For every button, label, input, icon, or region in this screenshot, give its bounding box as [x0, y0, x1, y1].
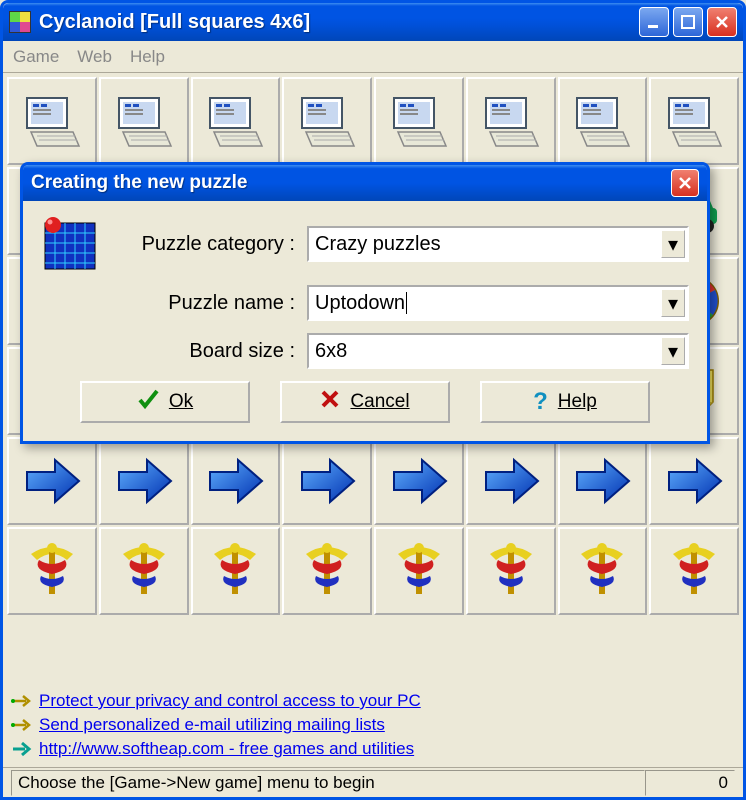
category-value: Crazy puzzles — [315, 233, 441, 256]
game-tile[interactable] — [7, 437, 97, 525]
window-buttons — [639, 7, 737, 37]
game-tile[interactable] — [649, 437, 739, 525]
statusbar: Choose the [Game->New game] menu to begi… — [3, 767, 743, 797]
link-mailing[interactable]: Send personalized e-mail utilizing maili… — [39, 715, 385, 735]
game-tile[interactable] — [191, 527, 281, 615]
game-tile[interactable] — [99, 77, 189, 165]
menu-game[interactable]: Game — [13, 47, 59, 67]
dialog-titlebar: Creating the new puzzle — [23, 165, 707, 201]
game-tile[interactable] — [374, 77, 464, 165]
game-tile[interactable] — [466, 527, 556, 615]
dropdown-arrow-icon[interactable]: ▾ — [661, 337, 685, 365]
link-homepage[interactable]: http://www.softheap.com - free games and… — [39, 739, 414, 759]
game-tile[interactable] — [99, 527, 189, 615]
close-button[interactable] — [707, 7, 737, 37]
promo-links: Protect your privacy and control access … — [3, 685, 743, 767]
dialog-close-button[interactable] — [671, 169, 699, 197]
new-puzzle-dialog: Creating the new puzzle Puzzle category … — [20, 162, 710, 444]
game-tile[interactable] — [7, 77, 97, 165]
game-tile[interactable] — [649, 77, 739, 165]
help-button[interactable]: ? Help — [480, 381, 650, 423]
app-icon — [9, 11, 31, 33]
window-title: Cyclanoid [Full squares 4x6] — [39, 11, 639, 34]
game-tile[interactable] — [466, 437, 556, 525]
status-count: 0 — [645, 770, 735, 796]
link-privacy[interactable]: Protect your privacy and control access … — [39, 691, 421, 711]
cancel-button[interactable]: Cancel — [280, 381, 450, 423]
category-label: Puzzle category : — [107, 233, 307, 256]
game-tile[interactable] — [374, 527, 464, 615]
arrow-icon — [11, 741, 33, 757]
game-tile[interactable] — [282, 437, 372, 525]
game-tile[interactable] — [558, 527, 648, 615]
pointer-icon — [11, 717, 33, 733]
name-combo[interactable]: Uptodown ▾ — [307, 285, 689, 321]
question-icon: ? — [533, 388, 548, 416]
size-combo[interactable]: 6x8 ▾ — [307, 333, 689, 369]
size-label: Board size : — [107, 340, 307, 363]
category-combo[interactable]: Crazy puzzles ▾ — [307, 226, 689, 262]
check-icon — [137, 388, 159, 416]
game-tile[interactable] — [558, 77, 648, 165]
menubar: Game Web Help — [3, 41, 743, 73]
maximize-button[interactable] — [673, 7, 703, 37]
puzzle-grid-icon — [41, 215, 99, 273]
game-tile[interactable] — [7, 527, 97, 615]
dropdown-arrow-icon[interactable]: ▾ — [661, 230, 685, 258]
dialog-title: Creating the new puzzle — [31, 172, 671, 194]
game-tile[interactable] — [558, 437, 648, 525]
game-tile[interactable] — [191, 437, 281, 525]
ok-button[interactable]: Ok — [80, 381, 250, 423]
menu-help[interactable]: Help — [130, 47, 165, 67]
menu-web[interactable]: Web — [77, 47, 112, 67]
game-tile[interactable] — [282, 77, 372, 165]
name-label: Puzzle name : — [107, 292, 307, 315]
game-tile[interactable] — [466, 77, 556, 165]
game-tile[interactable] — [374, 437, 464, 525]
titlebar: Cyclanoid [Full squares 4x6] — [3, 3, 743, 41]
size-value: 6x8 — [315, 340, 347, 363]
x-icon — [320, 389, 340, 415]
dropdown-arrow-icon[interactable]: ▾ — [661, 289, 685, 317]
game-tile[interactable] — [649, 527, 739, 615]
game-tile[interactable] — [99, 437, 189, 525]
minimize-button[interactable] — [639, 7, 669, 37]
name-value: Uptodown — [315, 292, 405, 315]
status-text: Choose the [Game->New game] menu to begi… — [11, 770, 645, 796]
pointer-icon — [11, 693, 33, 709]
game-tile[interactable] — [282, 527, 372, 615]
game-tile[interactable] — [191, 77, 281, 165]
